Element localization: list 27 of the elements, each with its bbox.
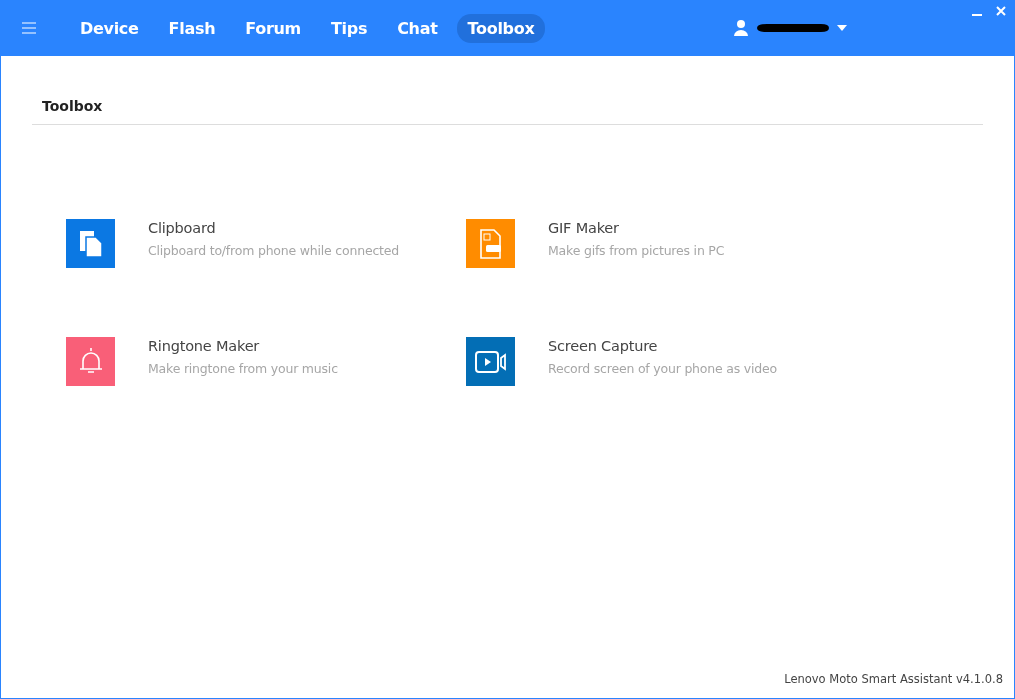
close-icon[interactable] [996,6,1006,16]
nav-tab[interactable]: Tips [319,13,379,43]
tool-title[interactable]: GIF Maker [548,220,725,236]
tool-tile[interactable] [66,337,115,386]
nav-tab[interactable]: Flash [157,13,227,43]
tool-title[interactable]: Screen Capture [548,338,777,354]
tool-description: Make gifs from pictures in PC [548,243,725,258]
caret-icon[interactable] [837,25,848,31]
tool-title[interactable]: Clipboard [148,220,399,236]
tool-description: Clipboard to/from phone while connected [148,243,399,258]
section-title: Toolbox [32,56,983,125]
tool-tile[interactable] [466,219,515,268]
tool-tile[interactable] [466,337,515,386]
documents-icon [78,229,103,258]
user-icon[interactable] [733,19,750,37]
video-camera-icon [474,349,507,374]
image-file-icon [478,228,503,259]
tool-description: Record screen of your phone as video [548,361,777,376]
nav-tab[interactable]: Toolbox [456,13,546,43]
tool-tile[interactable] [66,219,115,268]
nav-tab[interactable]: Chat [386,13,449,43]
tool-title[interactable]: Ringtone Maker [148,338,338,354]
nav-tab[interactable]: Device [69,13,150,43]
version-text: Lenovo Moto Smart Assistant v4.1.0.8 [784,672,1003,688]
menu-icon[interactable] [21,22,37,34]
nav-tab[interactable]: Forum [234,13,312,43]
tool-description: Make ringtone from your music [148,361,338,376]
